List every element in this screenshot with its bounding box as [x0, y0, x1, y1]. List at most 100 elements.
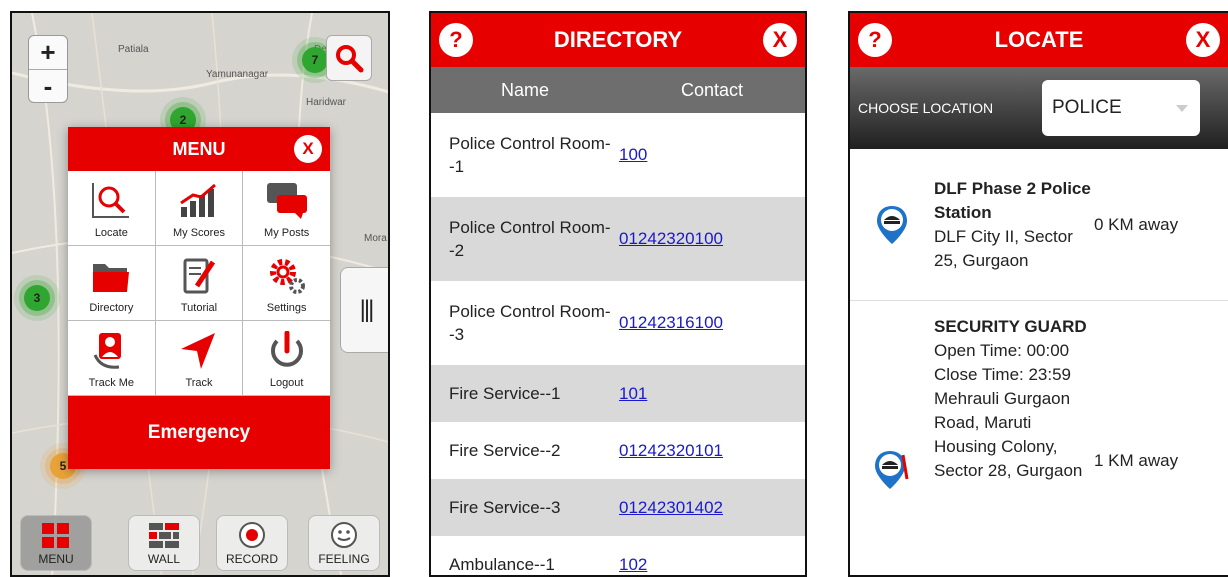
menu-header: MENU X	[68, 127, 330, 171]
search-button[interactable]	[326, 35, 372, 81]
locate-icon	[92, 183, 130, 218]
menu-item-locate[interactable]: Locate	[68, 171, 155, 245]
map-cluster[interactable]: 7	[302, 47, 328, 73]
table-row: Fire Service--3 01242301402	[431, 479, 805, 536]
menu-item-my-posts[interactable]: My Posts	[243, 171, 330, 245]
location-distance: 1 KM away	[1094, 451, 1179, 470]
toolbar-label: FEELING	[318, 552, 370, 566]
menu-item-label: Settings	[266, 302, 307, 314]
choose-location-label: CHOOSE LOCATION	[858, 100, 994, 116]
police-pin-icon	[850, 204, 934, 246]
toolbar-menu-button[interactable]: MENU	[20, 515, 92, 571]
contact-name: Police Control Room--2	[449, 218, 611, 260]
locate-screen: ? LOCATE X CHOOSE LOCATION POLICE DLF Ph…	[848, 11, 1228, 577]
toolbar-label: MENU	[38, 552, 74, 566]
close-button[interactable]: X	[1186, 23, 1220, 57]
menu-item-label: Track Me	[88, 377, 135, 389]
navigation-arrow-icon	[180, 333, 215, 369]
menu-item-track-me[interactable]: Track Me	[68, 321, 155, 395]
zoom-in-button[interactable]: +	[29, 36, 67, 69]
contact-phone-link[interactable]: 100	[619, 145, 647, 165]
directory-screen: ? DIRECTORY X Name Contact Police Contro…	[429, 11, 807, 577]
scores-chart-icon	[180, 183, 216, 217]
contact-phone-link[interactable]: 01242320100	[619, 229, 723, 249]
track-me-person-icon	[93, 333, 122, 369]
contact-name: Police Control Room--3	[449, 302, 611, 344]
table-row: Fire Service--2 01242320101	[431, 422, 805, 479]
contact-name: Ambulance--1	[449, 555, 555, 574]
menu-item-label: Tutorial	[180, 302, 218, 314]
side-drawer-handle[interactable]: |||	[340, 267, 388, 353]
table-row: Police Control Room--3 01242316100	[431, 281, 805, 365]
zoom-control: + -	[28, 35, 68, 103]
bottom-toolbar: MENU WALL RECORD FEELING	[12, 505, 388, 575]
menu-item-my-scores[interactable]: My Scores	[155, 171, 243, 245]
contact-phone-link[interactable]: 01242320101	[619, 441, 723, 461]
menu-popup: MENU X Locate My Scores My Posts Directo…	[68, 127, 330, 469]
menu-grid: Locate My Scores My Posts Directory Tuto…	[68, 171, 330, 396]
toolbar-feeling-button[interactable]: FEELING	[308, 515, 380, 571]
page-title: LOCATE	[994, 27, 1084, 52]
place-label: Patiala	[118, 44, 149, 55]
help-button[interactable]: ?	[858, 23, 892, 57]
table-row: Police Control Room--2 01242320100	[431, 197, 805, 281]
menu-item-settings[interactable]: Settings	[243, 246, 330, 320]
menu-grid-icon	[42, 523, 69, 548]
menu-item-label: My Posts	[264, 227, 310, 239]
location-result[interactable]: DLF Phase 2 Police Station DLF City II, …	[850, 149, 1228, 301]
record-icon	[239, 522, 265, 548]
folder-icon	[93, 264, 130, 292]
place-label: Yamunanagar	[206, 69, 269, 80]
power-icon	[270, 331, 303, 367]
table-header: Name Contact	[431, 67, 805, 113]
toolbar-label: WALL	[147, 552, 181, 566]
column-header-name: Name	[500, 79, 549, 100]
directory-header: ? DIRECTORY X	[431, 13, 805, 67]
location-chooser: CHOOSE LOCATION POLICE	[850, 67, 1228, 149]
location-name: DLF Phase 2 Police Station	[934, 178, 1091, 222]
selected-location-type: POLICE	[1052, 97, 1122, 118]
location-address: Open Time: 00:00 Close Time: 23:59 Mehra…	[934, 341, 1083, 480]
contact-phone-link[interactable]: 01242316100	[619, 313, 723, 333]
security-guard-pin-icon	[850, 449, 934, 491]
posts-speech-bubbles-icon	[266, 183, 307, 219]
locate-header: ? LOCATE X	[850, 13, 1228, 67]
toolbar-record-button[interactable]: RECORD	[216, 515, 288, 571]
contact-phone-link[interactable]: 01242301402	[619, 498, 723, 518]
menu-item-tutorial[interactable]: Tutorial	[155, 246, 243, 320]
menu-item-label: Directory	[89, 302, 134, 314]
smiley-face-icon	[331, 522, 357, 548]
map-cluster[interactable]: 3	[24, 285, 50, 311]
menu-title: MENU	[172, 138, 226, 159]
gear-icon	[269, 259, 305, 294]
zoom-out-button[interactable]: -	[29, 69, 67, 102]
location-result[interactable]: SECURITY GUARD Open Time: 00:00 Close Ti…	[850, 301, 1228, 575]
contact-phone-link[interactable]: 101	[619, 384, 647, 404]
menu-close-button[interactable]: X	[294, 135, 322, 163]
close-button[interactable]: X	[763, 23, 797, 57]
tutorial-pencil-icon	[183, 258, 216, 294]
menu-item-label: My Scores	[173, 227, 225, 239]
toolbar-wall-button[interactable]: WALL	[128, 515, 200, 571]
help-button[interactable]: ?	[439, 23, 473, 57]
menu-item-label: Track	[185, 377, 213, 389]
menu-item-directory[interactable]: Directory	[68, 246, 155, 320]
contact-phone-link[interactable]: 102	[619, 555, 647, 575]
contact-name: Fire Service--1	[449, 384, 561, 403]
menu-item-logout[interactable]: Logout	[243, 321, 330, 395]
location-type-select[interactable]: POLICE	[1042, 80, 1200, 136]
contact-name: Fire Service--2	[449, 441, 561, 460]
place-label: Mora	[364, 233, 387, 244]
menu-item-track[interactable]: Track	[155, 321, 243, 395]
brick-wall-icon	[149, 523, 179, 548]
dropdown-arrow-icon	[1176, 105, 1188, 112]
location-distance: 0 KM away	[1094, 214, 1179, 234]
table-row: Fire Service--1 101	[431, 365, 805, 422]
emergency-button[interactable]: Emergency	[68, 396, 330, 469]
toolbar-label: RECORD	[225, 552, 278, 566]
contact-name: Fire Service--3	[449, 498, 561, 517]
location-name: SECURITY GUARD	[934, 317, 1087, 336]
search-icon	[336, 45, 364, 73]
menu-item-label: Locate	[94, 227, 128, 239]
page-title: DIRECTORY	[553, 27, 683, 52]
